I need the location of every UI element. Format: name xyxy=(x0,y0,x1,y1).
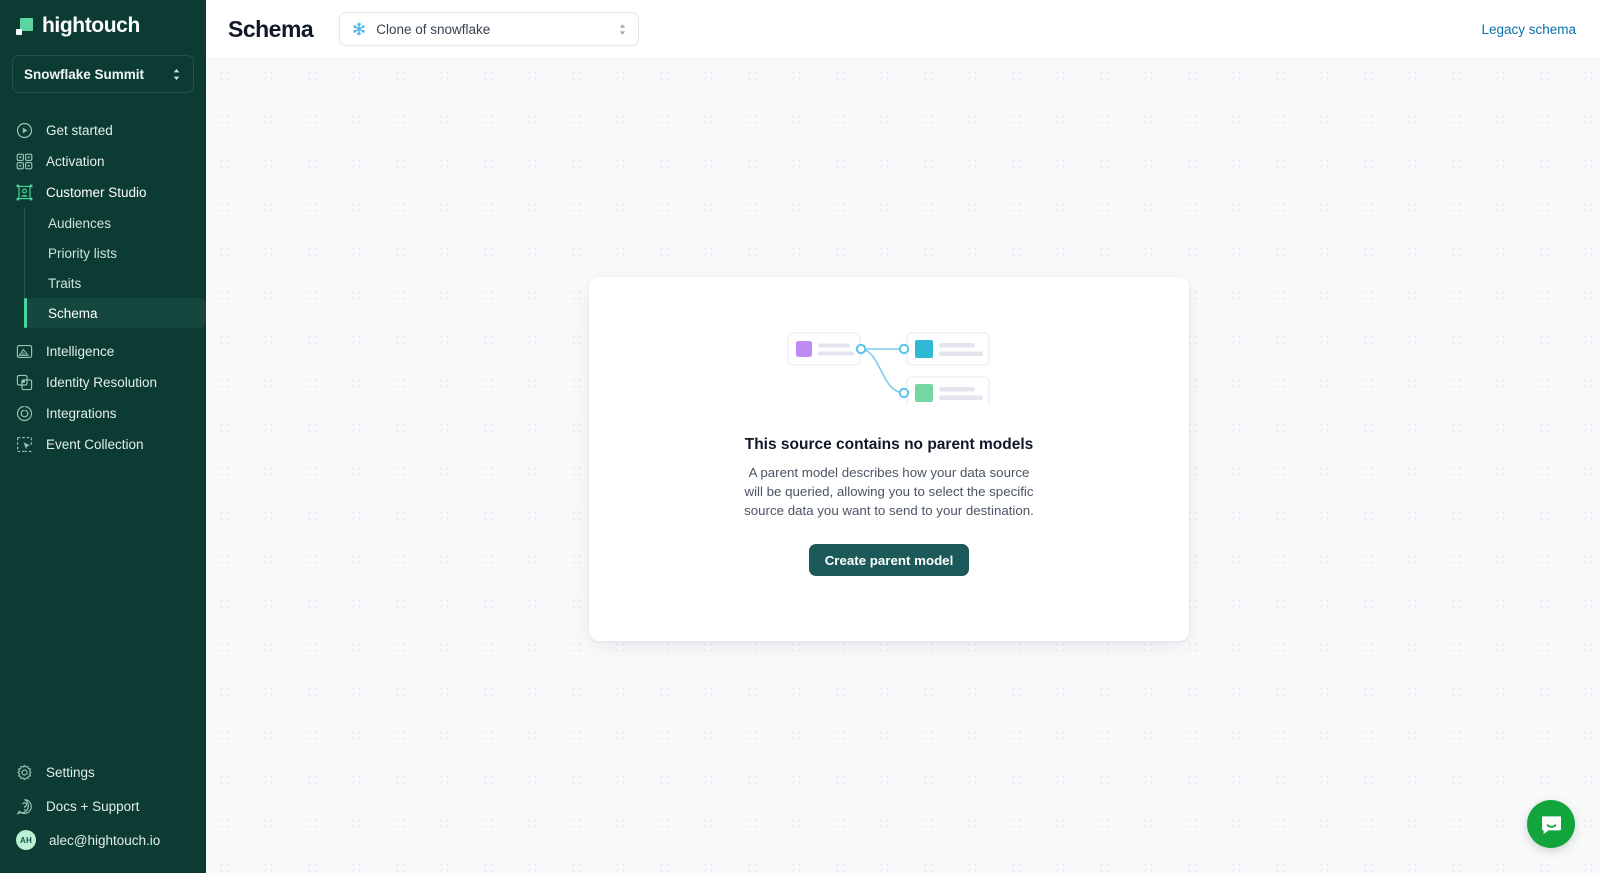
parent-model-graph-illustration xyxy=(785,321,993,410)
sidebar-item-traits[interactable]: Traits xyxy=(25,268,206,298)
sidebar-item-label: Event Collection xyxy=(46,437,144,452)
sidebar-item-label: Audiences xyxy=(48,215,112,231)
sidebar-item-schema[interactable]: Schema xyxy=(24,298,206,328)
sidebar-item-get-started[interactable]: Get started xyxy=(0,115,206,146)
customer-studio-subnav: Audiences Priority lists Traits Schema xyxy=(24,208,206,328)
top-bar: Schema Clone of snowflake Legacy schema xyxy=(206,0,1600,59)
snowflake-icon xyxy=(353,22,365,36)
sidebar-item-docs-support[interactable]: Docs + Support xyxy=(0,789,206,823)
sidebar-item-label: Intelligence xyxy=(46,344,115,359)
sidebar-item-label: Docs + Support xyxy=(46,798,140,814)
secondary-navigation: Settings Docs + Support AH alec@hightouc… xyxy=(0,755,206,873)
primary-navigation: Get started Activation Customer Studio A… xyxy=(0,115,206,755)
circle-target-icon xyxy=(16,405,33,422)
intercom-chat-button[interactable] xyxy=(1527,800,1575,848)
play-circle-icon xyxy=(16,122,33,139)
sidebar-item-label: Get started xyxy=(46,123,113,138)
sidebar-item-identity-resolution[interactable]: Identity Resolution xyxy=(0,367,206,398)
sidebar-item-settings[interactable]: Settings xyxy=(0,755,206,789)
sidebar-item-event-collection[interactable]: Event Collection xyxy=(0,429,206,460)
empty-state-heading: This source contains no parent models xyxy=(744,436,1034,453)
sidebar: hightouch Snowflake Summit Get started A… xyxy=(0,0,206,873)
chevron-up-down-icon xyxy=(173,68,180,80)
page-title: Schema xyxy=(228,15,314,42)
sidebar-item-intelligence[interactable]: Intelligence xyxy=(0,336,206,367)
empty-state-description: A parent model describes how your data s… xyxy=(744,465,1034,518)
sidebar-item-label: Priority lists xyxy=(48,245,118,261)
create-parent-model-button[interactable]: Create parent model xyxy=(808,544,970,576)
sidebar-item-label: Activation xyxy=(46,154,105,169)
chevron-up-down-icon xyxy=(620,23,626,35)
sidebar-item-label: Traits xyxy=(48,275,82,291)
empty-state-card: This source contains no parent models A … xyxy=(589,277,1189,641)
chart-area-icon xyxy=(16,345,33,358)
account-email: alec@hightouch.io xyxy=(49,832,161,848)
cursor-events-icon xyxy=(17,437,32,452)
sidebar-item-activation[interactable]: Activation xyxy=(0,146,206,177)
intercom-chat-icon xyxy=(1541,815,1561,834)
gear-icon xyxy=(17,763,32,781)
sidebar-item-priority-lists[interactable]: Priority lists xyxy=(25,238,206,268)
source-select[interactable]: Clone of snowflake xyxy=(339,12,640,46)
sidebar-item-label: Settings xyxy=(46,764,95,780)
schema-canvas[interactable]: This source contains no parent models A … xyxy=(206,59,1600,873)
sidebar-item-label: Schema xyxy=(48,305,98,321)
legacy-schema-link[interactable]: Legacy schema xyxy=(1481,22,1576,37)
source-select-value: Clone of snowflake xyxy=(376,21,491,37)
main-region: Schema Clone of snowflake Legacy schema … xyxy=(206,0,1600,873)
sidebar-item-account[interactable]: AH alec@hightouch.io xyxy=(0,823,206,857)
customer-studio-icon xyxy=(16,184,33,201)
sidebar-item-audiences[interactable]: Audiences xyxy=(25,208,206,238)
workspace-switcher[interactable]: Snowflake Summit xyxy=(12,55,194,93)
sidebar-item-label: Integrations xyxy=(46,406,117,421)
grid-blocks-icon xyxy=(16,153,33,170)
sidebar-item-integrations[interactable]: Integrations xyxy=(0,398,206,429)
hightouch-logo-icon xyxy=(16,17,33,35)
sidebar-item-label: Customer Studio xyxy=(46,185,147,200)
brand-logo[interactable]: hightouch xyxy=(0,0,206,50)
app-root: hightouch Snowflake Summit Get started A… xyxy=(0,0,1600,873)
sidebar-item-customer-studio[interactable]: Customer Studio xyxy=(0,177,206,208)
brand-name: hightouch xyxy=(42,14,140,37)
workspace-name: Snowflake Summit xyxy=(24,66,145,82)
question-chat-icon xyxy=(16,798,32,815)
avatar: AH xyxy=(16,830,36,850)
layers-identity-icon xyxy=(16,374,33,391)
sidebar-item-label: Identity Resolution xyxy=(46,375,158,390)
